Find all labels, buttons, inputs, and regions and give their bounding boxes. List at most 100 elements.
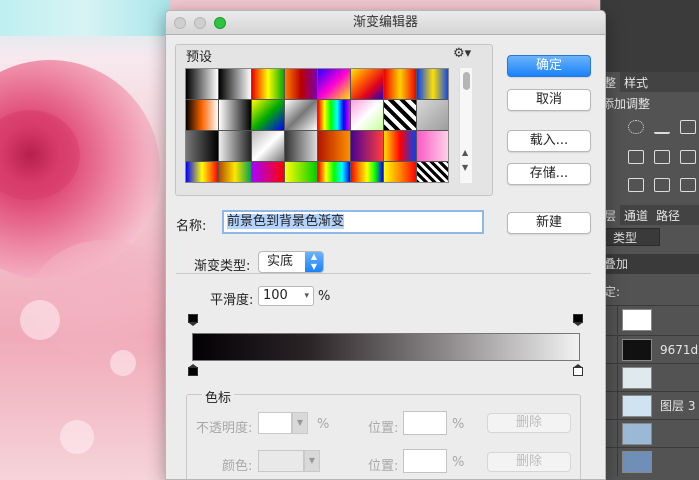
delete-color-stop-button[interactable]: 删除 <box>487 452 571 472</box>
minimize-window-button[interactable] <box>194 17 206 29</box>
levels-icon[interactable] <box>654 120 670 134</box>
adjustment-icons-row <box>628 120 696 134</box>
color-swatch-input[interactable] <box>258 450 304 472</box>
gradient-preset-swatch[interactable] <box>417 69 448 100</box>
opacity-location-input[interactable] <box>403 411 447 435</box>
gradient-preset-swatch[interactable] <box>285 69 318 100</box>
gradient-preview-bar[interactable] <box>192 333 580 361</box>
gradient-type-select[interactable]: 实底 ▲ ▼ <box>258 251 324 273</box>
layer-row[interactable] <box>600 419 699 448</box>
presets-label: 预设 <box>186 50 213 65</box>
gradient-preset-swatch[interactable] <box>384 131 417 162</box>
name-label: 名称: <box>176 219 207 234</box>
gradient-preset-swatch[interactable] <box>252 69 285 100</box>
gradient-preset-swatch[interactable] <box>351 69 384 100</box>
gradient-name-text: 前景色到背景色渐变 <box>227 214 345 229</box>
close-window-button[interactable] <box>174 17 186 29</box>
gradient-preset-swatch[interactable] <box>285 131 318 162</box>
gradient-preset-swatch[interactable] <box>318 69 351 100</box>
bokeh-light <box>20 300 60 340</box>
tab-channels[interactable]: 通道 <box>620 205 652 225</box>
layer-row[interactable]: 图层 3 <box>600 391 699 420</box>
gradient-name-input[interactable]: 前景色到背景色渐变 <box>222 210 484 234</box>
adjustment-icons-row <box>628 150 696 164</box>
smoothness-input[interactable]: 100 ▾ <box>258 286 314 306</box>
layer-thumbnail <box>622 366 652 389</box>
color-balance-icon[interactable] <box>628 150 644 164</box>
photoshop-panels: 整 样式 添加调整 层 通道 路径 类型 叠加 定: 9671d 图层 3 <box>600 0 699 480</box>
chevron-down-icon[interactable]: ▼ <box>304 450 320 472</box>
gradient-preset-swatch[interactable] <box>351 131 384 162</box>
gradient-preset-swatch[interactable] <box>186 69 219 100</box>
color-location-input[interactable] <box>403 449 447 473</box>
load-button[interactable]: 载入... <box>507 130 591 152</box>
layer-filter-select[interactable]: 类型 <box>602 228 660 246</box>
new-button[interactable]: 新建 <box>507 212 591 234</box>
tab-styles[interactable]: 样式 <box>620 72 652 92</box>
gradient-preset-swatch[interactable] <box>285 162 318 182</box>
layer-thumbnail <box>622 450 652 473</box>
color-stop-right[interactable] <box>573 364 583 376</box>
lock-label: 定: <box>604 285 621 299</box>
balance-scale-icon[interactable] <box>654 150 670 164</box>
scroll-up-icon[interactable]: ▲ <box>462 148 468 157</box>
presets-scrollbar[interactable]: ▲ ▼ <box>459 68 472 183</box>
gear-icon[interactable]: ⚙▾ <box>453 46 471 61</box>
gradient-preset-swatch[interactable] <box>252 162 285 182</box>
layer-row[interactable]: 9671d <box>600 335 699 364</box>
color-label: 颜色: <box>222 459 253 474</box>
layer-row[interactable] <box>600 363 699 392</box>
save-button[interactable]: 存储... <box>507 163 591 185</box>
gradient-preset-swatch[interactable] <box>318 131 351 162</box>
scroll-down-icon[interactable]: ▼ <box>462 163 468 172</box>
gradient-editor-dialog: 渐变编辑器 预设 ⚙▾ ▲ ▼ 确定 取消 载入... 存储... 新建 名称:… <box>165 10 606 480</box>
gradient-type-value: 实底 <box>267 254 294 269</box>
opacity-input[interactable] <box>258 412 292 434</box>
gradient-preset-swatch[interactable] <box>384 100 417 131</box>
gradient-preset-swatch[interactable] <box>219 131 252 162</box>
invert-icon[interactable] <box>628 178 644 192</box>
color-stop-left[interactable] <box>188 364 198 376</box>
gradient-preset-swatch[interactable] <box>318 100 351 131</box>
smoothness-label: 平滑度: <box>210 293 254 308</box>
rose-petal <box>30 240 170 360</box>
gradient-preset-swatch[interactable] <box>318 162 351 182</box>
gradient-preset-swatch[interactable] <box>252 100 285 131</box>
gradient-map-icon[interactable] <box>680 178 696 192</box>
gradient-preset-swatch[interactable] <box>384 69 417 100</box>
opacity-stop-right[interactable] <box>573 314 583 326</box>
gradient-preset-swatch[interactable] <box>219 162 252 182</box>
layer-thumbnail <box>622 338 652 361</box>
gradient-preset-swatch[interactable] <box>219 69 252 100</box>
layer-name: 9671d <box>660 342 699 357</box>
layer-row[interactable] <box>600 305 699 334</box>
gradient-preset-swatch[interactable] <box>351 162 384 182</box>
gradient-preset-swatch[interactable] <box>417 162 448 182</box>
gradient-preset-swatch[interactable] <box>186 131 219 162</box>
gradient-preset-swatch[interactable] <box>186 100 219 131</box>
gradient-preset-swatch[interactable] <box>417 100 448 131</box>
ok-button[interactable]: 确定 <box>507 55 591 77</box>
tab-paths[interactable]: 路径 <box>652 205 684 225</box>
delete-opacity-stop-button[interactable]: 删除 <box>487 413 571 433</box>
gradient-preset-swatch[interactable] <box>285 100 318 131</box>
gradient-preset-swatch[interactable] <box>186 162 219 182</box>
gradient-preset-swatch[interactable] <box>219 100 252 131</box>
layer-row[interactable] <box>600 447 699 476</box>
cancel-button[interactable]: 取消 <box>507 89 591 111</box>
gradient-preset-swatch[interactable] <box>384 162 417 182</box>
gradient-preset-swatch[interactable] <box>417 131 448 162</box>
dialog-title: 渐变编辑器 <box>352 15 418 30</box>
brightness-icon[interactable] <box>628 120 644 134</box>
blend-mode-select[interactable]: 叠加 <box>600 254 699 274</box>
opacity-stop-left[interactable] <box>188 314 198 326</box>
maximize-window-button[interactable] <box>214 17 226 29</box>
curves-icon[interactable] <box>680 120 696 134</box>
black-white-icon[interactable] <box>680 150 696 164</box>
layer-name: 图层 3 <box>660 399 696 413</box>
threshold-icon[interactable] <box>654 178 670 192</box>
gradient-preset-swatch[interactable] <box>351 100 384 131</box>
chevron-down-icon[interactable]: ▼ <box>292 412 308 434</box>
scrollbar-thumb[interactable] <box>463 72 470 90</box>
gradient-preset-swatch[interactable] <box>252 131 285 162</box>
